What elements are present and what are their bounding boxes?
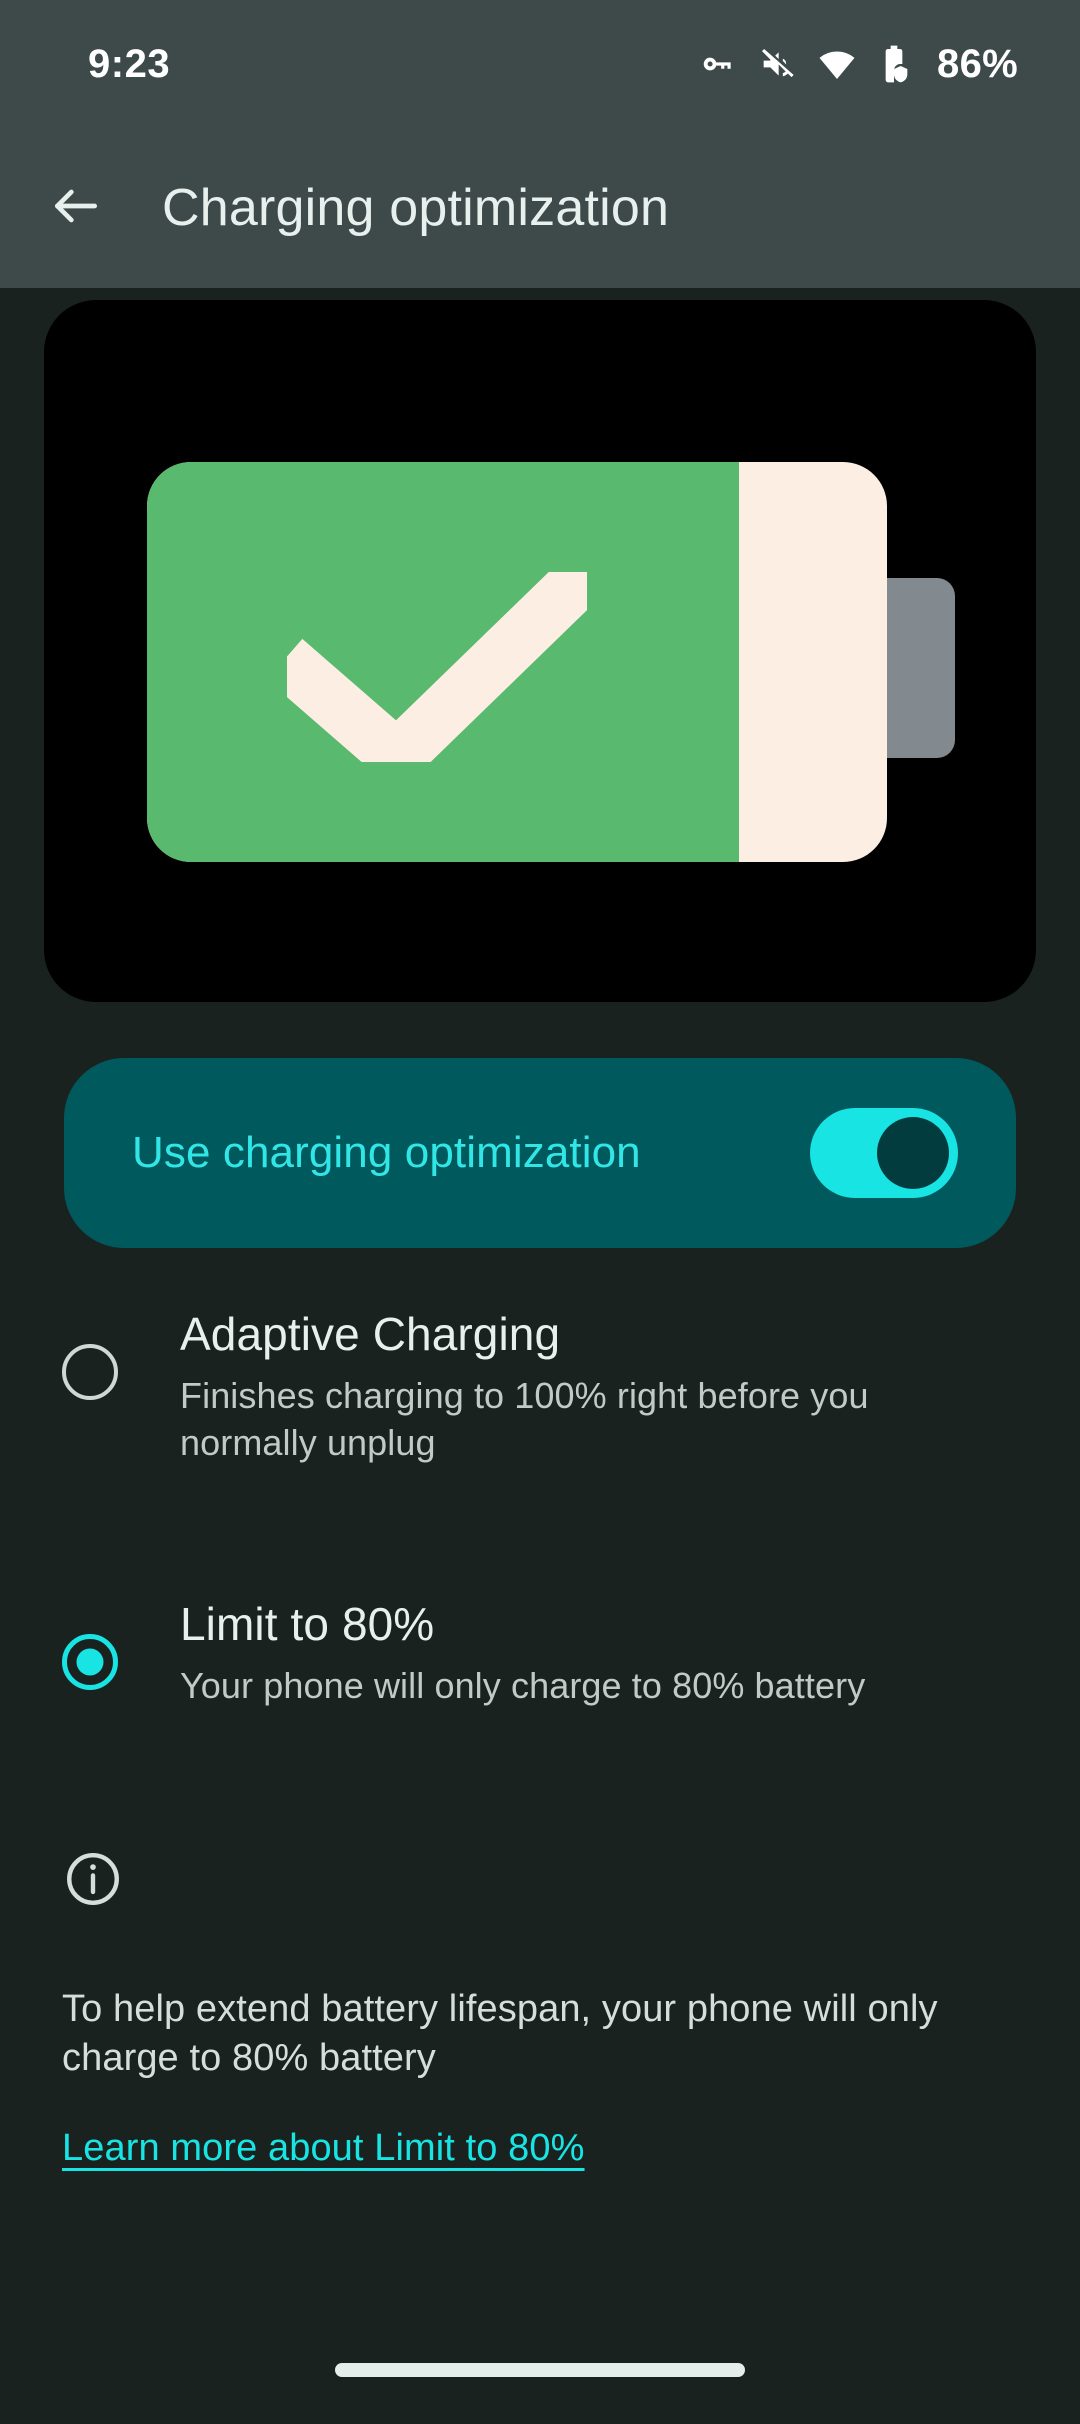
battery-protected-icon — [877, 44, 911, 84]
status-bar-clock: 9:23 — [88, 41, 171, 86]
app-bar: Charging optimization — [0, 128, 1080, 288]
back-button[interactable] — [28, 160, 124, 256]
charging-optimization-screen: 9:23 86% Charging optimization Use charg… — [0, 0, 1080, 2424]
vpn-key-icon — [699, 45, 737, 83]
status-bar: 9:23 86% — [0, 0, 1080, 128]
option-title: Limit to 80% — [180, 1598, 435, 1650]
learn-more-link[interactable]: Learn more about Limit to 80% — [62, 2127, 585, 2170]
switch-thumb — [877, 1117, 949, 1189]
option-spacer — [0, 1466, 1080, 1588]
scroll-content: Use charging optimization Adaptive Charg… — [0, 288, 1080, 2424]
battery-percent-label: 86% — [937, 41, 1018, 86]
page-title: Charging optimization — [162, 179, 670, 237]
option-adaptive-charging[interactable]: Adaptive Charging Finishes charging to 1… — [0, 1298, 1080, 1466]
volume-muted-icon — [757, 44, 797, 84]
info-circle-icon — [62, 1853, 124, 1914]
option-limit-to-80[interactable]: Limit to 80% Your phone will only charge… — [0, 1588, 1080, 1709]
info-footer: To help extend battery lifespan, your ph… — [0, 1848, 1080, 2170]
battery-illustration-card — [44, 300, 1036, 1002]
battery-terminal-shape — [887, 578, 955, 758]
option-title: Adaptive Charging — [180, 1308, 561, 1360]
use-charging-optimization-switch[interactable] — [810, 1108, 958, 1198]
option-text-block: Limit to 80% Your phone will only charge… — [180, 1588, 865, 1709]
back-arrow-icon — [48, 178, 104, 239]
status-bar-icons: 86% — [699, 42, 1018, 87]
use-charging-optimization-label: Use charging optimization — [132, 1128, 641, 1177]
charging-mode-radio-group: Adaptive Charging Finishes charging to 1… — [0, 1298, 1080, 1709]
option-text-block: Adaptive Charging Finishes charging to 1… — [180, 1298, 940, 1466]
navigation-bar — [0, 2316, 1080, 2424]
radio-limit-to-80[interactable] — [62, 1634, 118, 1690]
battery-check-illustration — [147, 462, 967, 862]
wifi-icon — [817, 44, 857, 84]
home-gesture-handle[interactable] — [335, 2363, 745, 2377]
checkmark-icon — [266, 551, 608, 794]
radio-adaptive-charging[interactable] — [62, 1344, 118, 1400]
info-description: To help extend battery lifespan, your ph… — [62, 1988, 938, 2079]
option-description: Finishes charging to 100% right before y… — [180, 1375, 869, 1463]
battery-body-shape — [147, 462, 887, 862]
use-charging-optimization-row[interactable]: Use charging optimization — [64, 1058, 1016, 1248]
option-description: Your phone will only charge to 80% batte… — [180, 1665, 866, 1706]
